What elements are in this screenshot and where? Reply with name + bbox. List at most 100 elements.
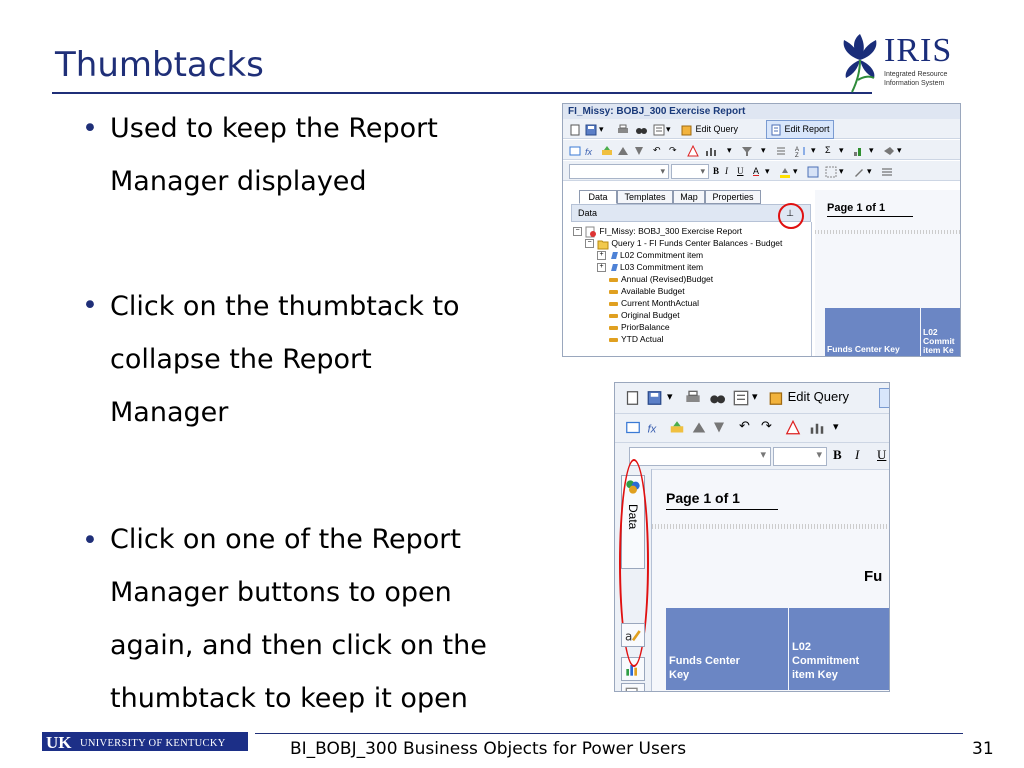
tree-item-dimension[interactable]: + L03 Commitment item <box>597 261 703 273</box>
dropdown-arrow-icon[interactable]: ▾ <box>867 163 872 179</box>
insert-icon[interactable] <box>625 420 641 438</box>
undo-icon[interactable]: ↶ <box>653 142 661 158</box>
tree-item-measure[interactable]: YTD Actual <box>609 333 664 345</box>
track-icon[interactable] <box>883 142 895 158</box>
tree-item-measure[interactable]: Original Budget <box>609 309 680 321</box>
dropdown-arrow-icon[interactable]: ▾ <box>727 142 732 158</box>
break-icon[interactable] <box>775 142 787 158</box>
expand-icon[interactable]: + <box>597 263 606 273</box>
ranking-icon[interactable] <box>853 142 865 158</box>
dropdown-arrow-icon[interactable]: ▾ <box>839 142 844 158</box>
merge-icon[interactable] <box>691 420 707 438</box>
footer-rule <box>255 733 963 734</box>
formula-icon[interactable]: fx <box>647 420 663 438</box>
svg-text:a: a <box>625 629 632 643</box>
dropdown-arrow-icon[interactable]: ▾ <box>666 121 671 137</box>
font-size-select[interactable]: ▾ <box>671 164 709 179</box>
redo-icon[interactable]: ↷ <box>761 418 772 434</box>
side-tab-map[interactable] <box>621 683 645 691</box>
variable-icon[interactable] <box>669 420 685 438</box>
dropdown-arrow-icon[interactable]: ▾ <box>752 390 758 403</box>
title-underline <box>52 92 872 94</box>
variable-icon[interactable] <box>601 142 613 158</box>
insert-icon[interactable] <box>569 142 581 158</box>
chart-icon[interactable] <box>809 420 825 438</box>
tree-item-measure[interactable]: PriorBalance <box>609 321 670 333</box>
tree-item-measure[interactable]: Current MonthActual <box>609 297 699 309</box>
table-header-cell[interactable]: Funds Center Key <box>825 308 920 356</box>
pen-icon[interactable] <box>853 163 865 179</box>
new-document-icon[interactable] <box>625 390 640 409</box>
save-icon[interactable] <box>647 390 662 409</box>
sort-icon[interactable]: AZ <box>795 142 807 158</box>
view-icon[interactable] <box>653 121 665 137</box>
dropdown-arrow-icon[interactable]: ▾ <box>869 142 874 158</box>
view-icon[interactable] <box>733 390 749 409</box>
tab-properties[interactable]: Properties <box>705 190 761 204</box>
tab-data[interactable]: Data <box>579 190 617 204</box>
font-name-select[interactable]: ▾ <box>629 447 771 466</box>
fill-color-icon[interactable] <box>779 163 791 179</box>
print-icon[interactable] <box>617 121 629 137</box>
find-icon[interactable] <box>709 390 725 409</box>
drill-icon[interactable] <box>633 142 645 158</box>
find-icon[interactable] <box>635 121 647 137</box>
italic-icon[interactable]: I <box>855 447 859 463</box>
properties-icon: a <box>625 629 641 643</box>
table-header-cell[interactable]: L02 Commitment item Key <box>789 608 889 690</box>
text-align-icon[interactable] <box>881 163 893 179</box>
collapse-icon[interactable]: − <box>573 227 582 237</box>
formula-icon[interactable]: fx <box>585 142 597 158</box>
dropdown-arrow-icon[interactable]: ▾ <box>761 142 766 158</box>
tree-item-label: Current MonthActual <box>621 298 699 308</box>
tab-map[interactable]: Map <box>673 190 705 204</box>
merge-icon[interactable] <box>617 142 629 158</box>
dropdown-arrow-icon[interactable]: ▾ <box>811 142 816 158</box>
alert-icon[interactable] <box>785 419 801 438</box>
bold-icon[interactable]: B <box>713 163 719 179</box>
edit-query-button[interactable]: Edit Query <box>769 389 849 406</box>
dropdown-arrow-icon[interactable]: ▾ <box>765 163 770 179</box>
edit-report-button-partial[interactable] <box>879 388 889 408</box>
table-header-cell[interactable]: Funds Center Key <box>666 608 788 690</box>
dropdown-arrow-icon[interactable]: ▾ <box>667 390 673 403</box>
tab-templates[interactable]: Templates <box>617 190 673 204</box>
font-name-select[interactable]: ▾ <box>569 164 669 179</box>
underline-icon[interactable]: U <box>877 447 886 463</box>
print-icon[interactable] <box>685 390 701 409</box>
measure-icon <box>609 301 618 306</box>
save-icon[interactable] <box>585 121 597 137</box>
edit-report-button[interactable]: Edit Report <box>766 120 834 139</box>
dimension-icon <box>611 264 618 272</box>
redo-icon[interactable]: ↷ <box>669 142 677 158</box>
tree-item-dimension[interactable]: + L02 Commitment item <box>597 249 703 261</box>
align-icon[interactable] <box>807 163 819 179</box>
border-icon[interactable] <box>825 163 837 179</box>
tree-item-measure[interactable]: Available Budget <box>609 285 685 297</box>
dropdown-arrow-icon[interactable]: ▾ <box>839 163 844 179</box>
collapse-icon[interactable]: − <box>585 239 594 249</box>
side-tab-properties[interactable]: a <box>621 623 645 647</box>
edit-query-button[interactable]: Edit Query <box>681 121 738 137</box>
table-header-cell[interactable]: L02 Commit item Ke <box>921 308 960 356</box>
tree-item-query[interactable]: − Query 1 - FI Funds Center Balances - B… <box>585 237 782 250</box>
underline-icon[interactable]: U <box>737 163 744 179</box>
new-document-icon[interactable] <box>569 121 581 137</box>
sum-icon[interactable]: Σ <box>825 142 831 158</box>
font-size-select[interactable]: ▾ <box>773 447 827 466</box>
dropdown-arrow-icon[interactable]: ▾ <box>833 420 839 433</box>
tree-item-report[interactable]: − FI_Missy: BOBJ_300 Exercise Report <box>573 225 742 238</box>
dropdown-arrow-icon[interactable]: ▾ <box>897 142 902 158</box>
alert-icon[interactable] <box>687 142 699 158</box>
filter-icon[interactable] <box>741 142 753 158</box>
bold-icon[interactable]: B <box>833 447 842 463</box>
font-color-icon[interactable]: A <box>753 163 759 179</box>
dropdown-arrow-icon[interactable]: ▾ <box>793 163 798 179</box>
tree-item-measure[interactable]: Annual (Revised)Budget <box>609 273 713 285</box>
chart-icon[interactable] <box>705 142 717 158</box>
expand-icon[interactable]: + <box>597 251 606 261</box>
dropdown-arrow-icon[interactable]: ▾ <box>599 121 604 137</box>
undo-icon[interactable]: ↶ <box>739 418 750 434</box>
italic-icon[interactable]: I <box>725 163 728 179</box>
drill-icon[interactable] <box>711 420 727 438</box>
